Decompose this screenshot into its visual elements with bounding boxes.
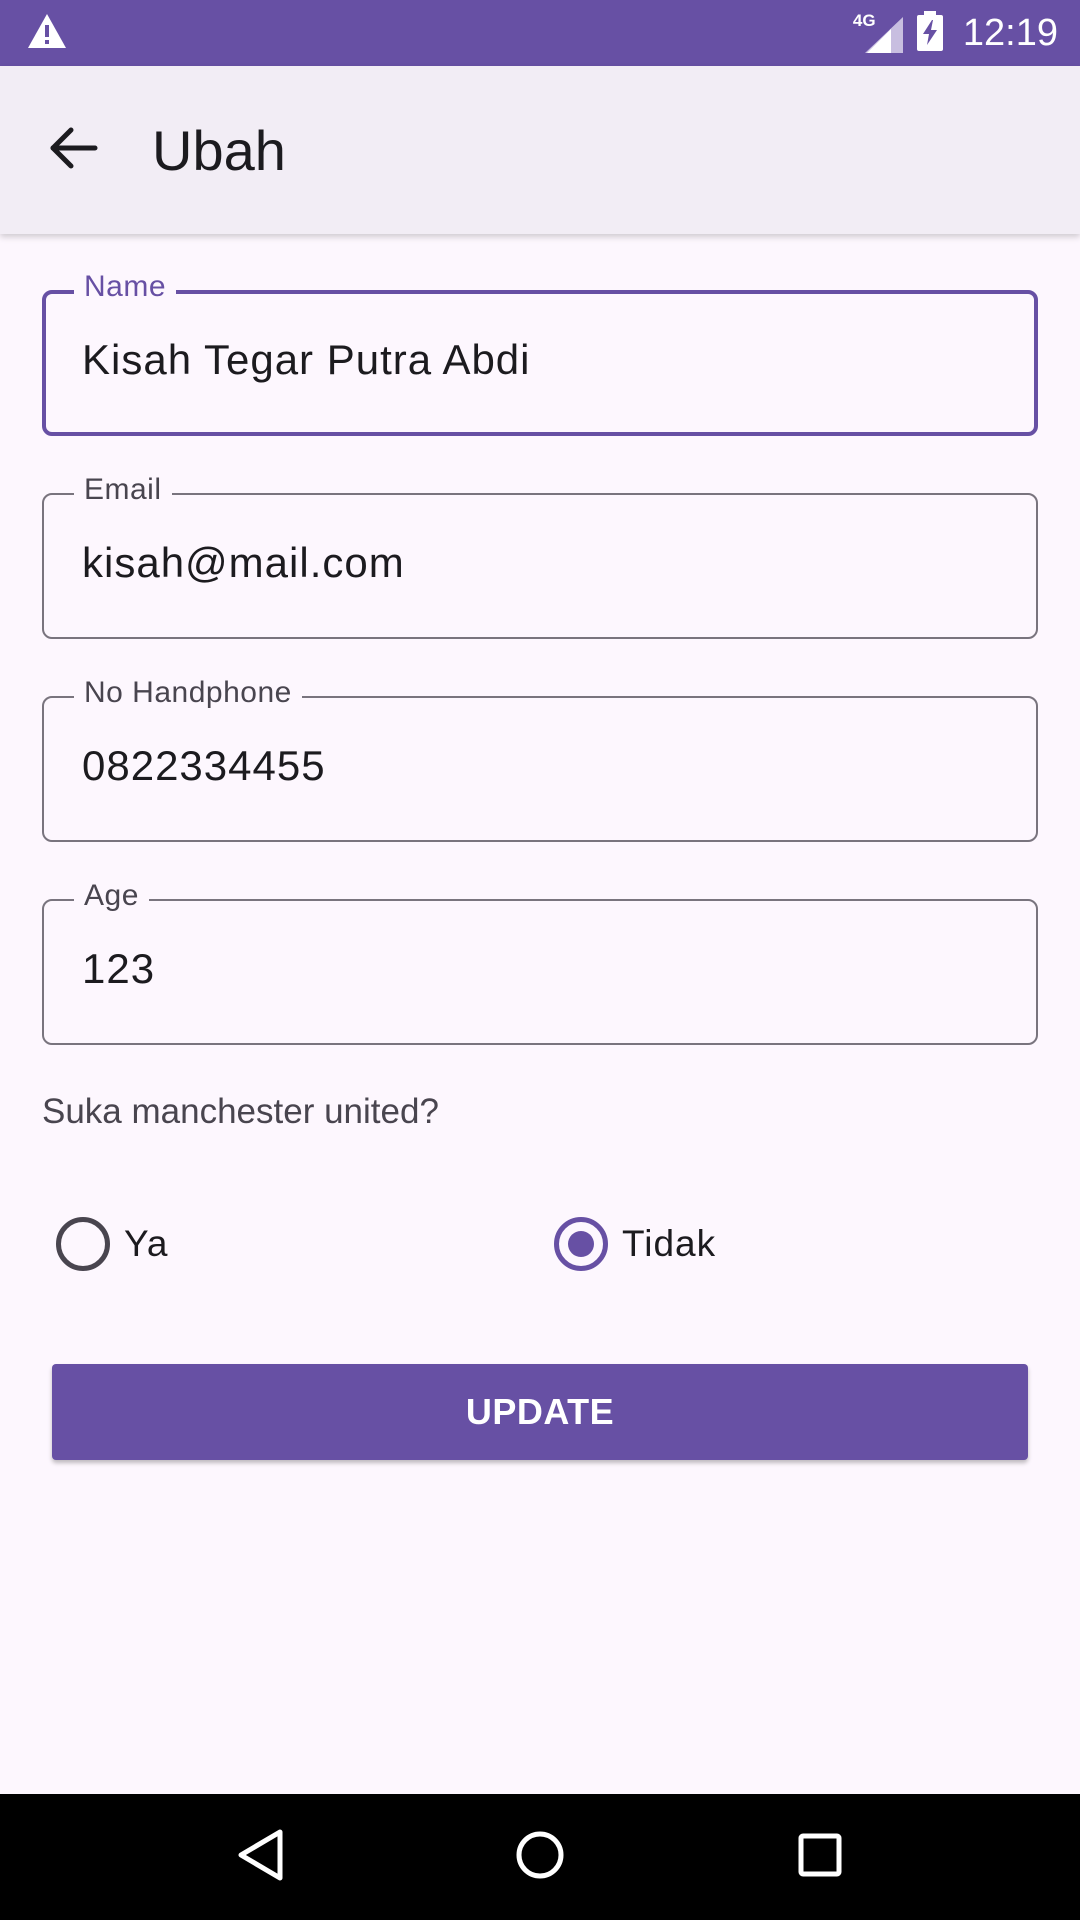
radio-option-tidak[interactable]: Tidak: [554, 1204, 716, 1284]
clock: 12:19: [962, 11, 1058, 54]
radio-option-ya[interactable]: Ya: [56, 1204, 169, 1284]
page-title: Ubah: [152, 118, 286, 182]
age-field-label: Age: [74, 879, 149, 913]
nav-home-button[interactable]: [495, 1812, 585, 1902]
status-right: 4G 12:19: [853, 10, 1058, 56]
battery-charging-icon: [916, 10, 943, 56]
back-triangle-icon: [235, 1827, 285, 1888]
warning-icon: [26, 12, 68, 55]
arrow-back-icon: [49, 126, 99, 175]
phone-field[interactable]: No Handphone: [42, 676, 1038, 842]
age-input[interactable]: [82, 945, 982, 993]
back-button[interactable]: [26, 102, 122, 198]
status-bar: 4G 12:19: [0, 0, 1080, 66]
nav-recents-button[interactable]: [775, 1812, 865, 1902]
phone-input[interactable]: [82, 742, 982, 790]
status-left: [26, 12, 68, 55]
age-field[interactable]: Age: [42, 879, 1038, 1045]
name-input[interactable]: [82, 336, 982, 384]
radio-label-ya: Ya: [124, 1223, 169, 1264]
navigation-bar: [0, 1794, 1080, 1920]
name-field[interactable]: Name: [42, 270, 1038, 436]
radio-button-unchecked[interactable]: [56, 1217, 110, 1271]
radio-label-tidak: Tidak: [622, 1223, 717, 1264]
name-field-label: Name: [74, 270, 177, 304]
question-label: Suka manchester united?: [42, 1092, 439, 1131]
home-circle-icon: [514, 1829, 566, 1886]
app-bar: Ubah: [0, 66, 1080, 234]
email-field-label: Email: [74, 473, 172, 507]
email-input[interactable]: [82, 539, 982, 587]
radio-button-checked[interactable]: [554, 1217, 608, 1271]
signal-icon: 4G: [853, 11, 903, 53]
phone-field-label: No Handphone: [74, 676, 302, 710]
update-button[interactable]: UPDATE: [52, 1364, 1028, 1460]
nav-back-button[interactable]: [215, 1812, 305, 1902]
email-field[interactable]: Email: [42, 473, 1038, 639]
recents-square-icon: [796, 1831, 844, 1884]
